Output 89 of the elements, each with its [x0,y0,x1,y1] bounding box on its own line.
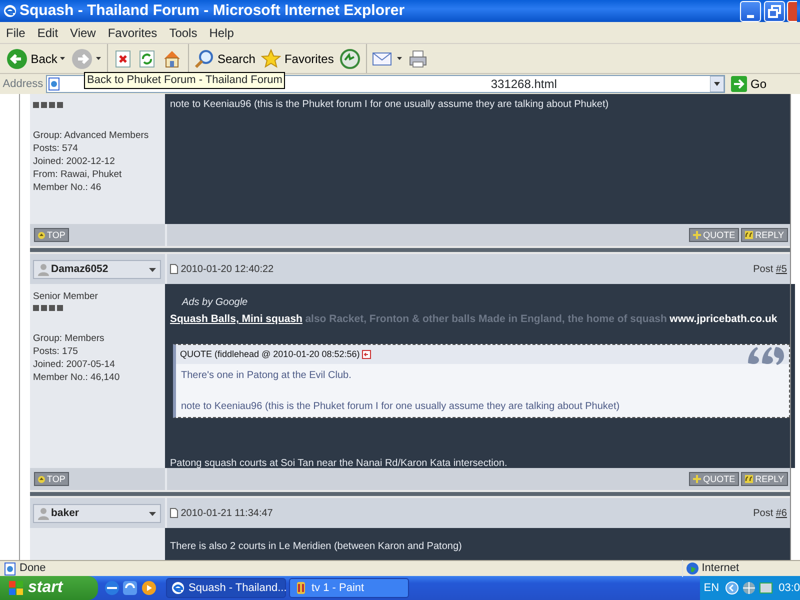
quote-text: note to Keeniau96 (this is the Phuket forum I for one usually assume they are talking about Phuket) [181,400,621,414]
post-link[interactable]: #5 [776,262,787,276]
printer-icon [408,48,428,68]
close-button[interactable] [787,0,798,22]
post-date: 2010-01-20 12:40:22 [180,262,274,276]
member-rank: Senior Member [33,290,99,303]
address-label: Address [2,76,44,92]
post-icon [170,508,178,518]
page-icon [46,77,61,91]
rank-pips-icon [33,305,63,312]
profile-info: Group: Advanced Members [33,129,150,142]
menu-item[interactable]: File [0,24,32,42]
menu-item[interactable]: Favorites [102,24,164,42]
caret-icon [96,57,102,60]
go-arrow-icon [731,76,748,92]
menu-item[interactable]: Tools [163,24,204,42]
media-icon [340,48,360,68]
tooltip: Back to Phuket Forum - Thailand Forum [84,72,286,89]
profile-info: Member No.: 46 [33,181,102,194]
menu-item[interactable]: View [64,24,102,42]
profile-info: Member No.: 46,140 [33,371,121,384]
post-link[interactable]: #6 [776,506,787,520]
profile-info: Joined: 2007-05-14 [33,358,116,371]
profile-info: Posts: 175 [33,345,79,358]
minimize-icon [746,14,754,18]
ads-label: Ads by Google [182,296,249,310]
start-button[interactable]: start [0,576,98,600]
zone-label: Internet [702,561,740,576]
post-text: Patong squash courts at Soi Tan near the Nanai Rd/Karon Kata intersection. [170,457,508,472]
menu-item[interactable]: Edit [31,24,64,42]
quote-header: QUOTE (fiddlehead @ 2010-01-20 08:52:56) [180,348,360,361]
minimize-button[interactable] [740,0,761,22]
post-icon [170,264,178,274]
post-label: Post [753,506,774,520]
clock: 03:0 [778,580,800,596]
up-arrow-icon [38,232,45,238]
up-arrow-icon [38,476,45,482]
star-icon [261,48,282,68]
language-indicator: EN [704,580,720,596]
caret-icon [397,57,402,60]
taskbar-button[interactable]: Squash - Thailand... [166,578,286,598]
user-icon [38,263,49,276]
search-button[interactable]: Search [191,44,258,72]
quote-mark-icon [745,231,754,239]
globe-icon [686,562,699,575]
status-text: Done [20,561,46,576]
profile-info: Joined: 2002-12-12 [33,155,116,168]
network-icon[interactable] [742,581,756,595]
ie-icon [2,4,17,18]
go-button[interactable]: Go [727,75,770,93]
back-button[interactable]: Back [2,44,68,72]
caret-icon [149,268,156,272]
user-menu[interactable]: baker [33,504,161,523]
user-menu[interactable]: Damaz6052 [33,260,161,279]
profile-info: Posts: 574 [33,142,79,155]
post-label: Post [753,262,774,276]
media-player-icon[interactable] [141,580,157,596]
ad-url: www.jpricebath.co.uk [670,313,778,325]
caret-icon [149,512,156,516]
home-icon [162,48,182,68]
caret-icon [60,57,66,60]
profile-info: From: Rawai, Phuket [33,168,123,181]
favorites-button[interactable]: Favorites [258,44,337,72]
page-icon [2,562,17,576]
plus-icon [693,231,702,239]
user-icon [38,507,49,520]
menu-item[interactable]: Help [203,24,240,42]
post-text: There is also 2 courts in Le Meridien (between Karon and Patong) [170,540,463,554]
profile-info: Group: Members [33,332,106,345]
tray-app-icon[interactable] [758,581,773,595]
quote-text: There's one in Patong at the Evil Club. [181,369,352,384]
windows-logo-icon [8,580,24,596]
taskbar-button[interactable]: tv 1 - Paint [288,578,408,598]
forward-icon [71,48,94,70]
post-date: 2010-01-21 11:34:47 [180,506,273,520]
restore-button[interactable] [764,0,784,22]
back-icon [6,48,28,70]
quote-mark-icon [745,475,754,483]
rank-pips-icon [33,102,63,109]
ad-link[interactable]: Squash Balls, Mini squash [170,313,302,325]
post-text: note to Keeniau96 (this is the Phuket forum I for one usually assume they are talking about Phuket) [170,98,610,112]
window-title: Squash - Thailand Forum - Microsoft Internet Explorer [20,0,405,21]
stop-icon [114,50,132,68]
search-icon [194,48,214,68]
jump-icon[interactable] [362,350,371,359]
ad-text: also Racket, Fronton & other balls Made in England, the home of squash [305,313,667,325]
plus-icon [693,475,702,483]
dropdown-icon[interactable] [710,76,724,92]
ie-icon [170,581,184,595]
